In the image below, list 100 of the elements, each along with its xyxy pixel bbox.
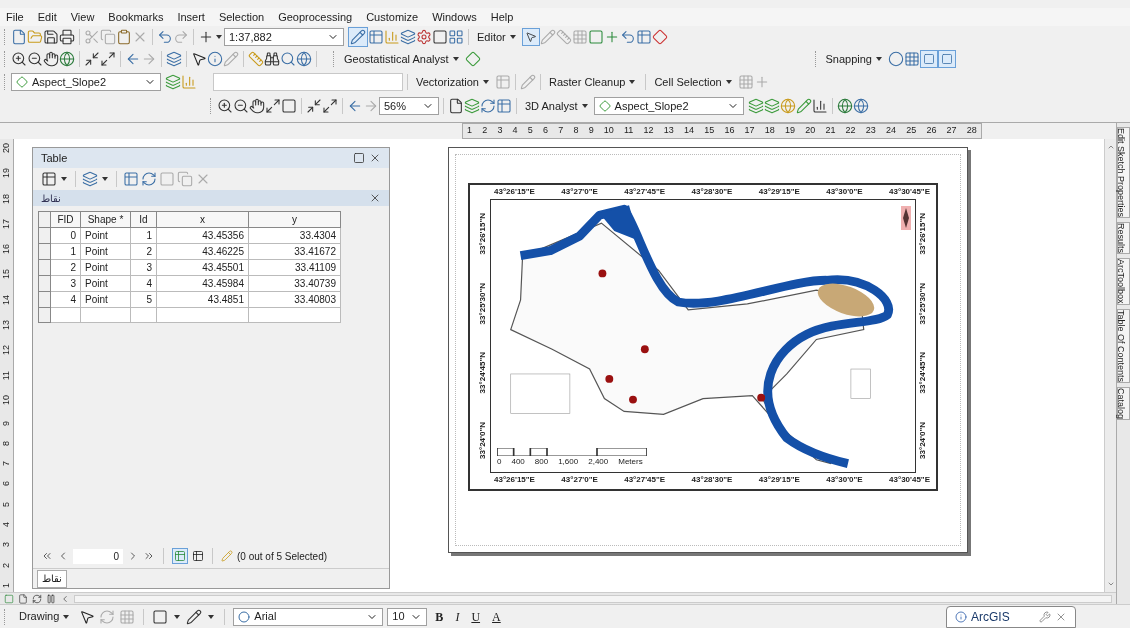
find-icon[interactable] — [264, 51, 280, 67]
dock-tab[interactable]: Catalog — [1117, 386, 1130, 420]
geostatistical-analyst-menu[interactable]: Geostatistical Analyst — [340, 50, 465, 68]
menu-item[interactable]: Help — [490, 8, 514, 26]
format-button[interactable]: U — [467, 607, 485, 626]
pencil-icon[interactable] — [221, 550, 233, 562]
wrench-icon[interactable] — [1039, 611, 1051, 623]
format-button[interactable]: A — [488, 607, 505, 626]
caret-icon[interactable] — [216, 35, 222, 39]
table-options-icon[interactable] — [41, 171, 57, 187]
globe-icon[interactable] — [59, 51, 75, 67]
first-record-icon[interactable] — [41, 550, 53, 562]
rectangle-icon[interactable] — [152, 608, 169, 625]
print-icon[interactable] — [59, 29, 75, 45]
caret-icon[interactable] — [876, 57, 882, 61]
menu-item[interactable]: Edit — [37, 8, 57, 26]
font-size-dropdown[interactable]: 10 — [387, 607, 428, 626]
page-pan-icon[interactable] — [249, 98, 265, 114]
raster-pencil-icon[interactable] — [520, 74, 536, 90]
zoom-in-icon[interactable] — [11, 51, 27, 67]
menu-item[interactable]: Geoprocessing — [278, 8, 353, 26]
switch-selection-icon[interactable] — [141, 171, 157, 187]
cell-selection-menu[interactable]: Cell Selection — [650, 73, 738, 91]
graph-icon[interactable] — [811, 98, 828, 114]
zoom-out-icon[interactable] — [27, 51, 43, 67]
pointer-icon[interactable] — [191, 51, 207, 67]
editor-toolbar-icon[interactable] — [350, 29, 366, 45]
select-elements-icon[interactable] — [79, 608, 96, 625]
surface-layer-dropdown[interactable]: Aspect_Slope2 — [593, 97, 744, 115]
page-icon[interactable] — [448, 98, 464, 114]
copy-rows-icon[interactable] — [177, 171, 193, 187]
caret-icon[interactable] — [452, 57, 459, 61]
paste-icon[interactable] — [116, 29, 132, 45]
caret-icon[interactable] — [63, 614, 70, 619]
previous-extent-icon[interactable] — [347, 98, 363, 114]
raster-cleanup-menu[interactable]: Raster Cleanup — [545, 73, 642, 91]
menu-item[interactable]: Customize — [366, 8, 419, 26]
fixed-zoom-out-icon[interactable] — [100, 51, 116, 67]
format-button[interactable]: B — [431, 607, 448, 626]
menu-item[interactable]: Windows — [432, 8, 477, 26]
column-header[interactable]: Id — [130, 211, 157, 228]
vectorization-menu[interactable]: Vectorization — [412, 73, 495, 91]
undo-icon[interactable] — [157, 29, 173, 45]
close-icon[interactable] — [369, 152, 381, 164]
window-icon[interactable] — [432, 29, 448, 45]
menu-item[interactable]: Insert — [177, 8, 205, 26]
menu-item[interactable]: View — [70, 8, 95, 26]
fixed-zoom-in-icon[interactable] — [84, 51, 100, 67]
layer-tab[interactable]: نقاط — [41, 190, 61, 206]
pan-icon[interactable] — [43, 51, 59, 67]
scroll-up-icon[interactable] — [1106, 143, 1115, 151]
histogram-icon[interactable] — [181, 74, 197, 90]
fixed-in-icon[interactable] — [306, 98, 322, 114]
menu-item[interactable]: Bookmarks — [108, 8, 164, 26]
scroll-down-icon[interactable] — [1106, 580, 1115, 588]
dock-tab[interactable]: Table Of Contents — [1117, 308, 1130, 383]
caret-icon[interactable] — [208, 614, 215, 619]
save-icon[interactable] — [43, 29, 59, 45]
caret-icon[interactable] — [61, 177, 67, 181]
column-header[interactable]: FID — [50, 211, 81, 228]
caret-icon[interactable] — [483, 80, 489, 84]
new-file-icon[interactable] — [11, 29, 27, 45]
scale-dropdown[interactable]: 1:37,882 — [224, 28, 344, 46]
search-icon[interactable] — [280, 51, 296, 67]
menu-item[interactable]: Selection — [218, 8, 265, 26]
caret-icon[interactable] — [102, 177, 108, 181]
column-header[interactable]: y — [248, 211, 341, 228]
refresh-icon[interactable] — [32, 593, 42, 604]
fixed-out-icon[interactable] — [322, 98, 338, 114]
copy-icon[interactable] — [100, 29, 116, 45]
caret-icon[interactable] — [581, 104, 588, 108]
caret-icon[interactable] — [174, 614, 181, 619]
pointer-icon[interactable] — [524, 31, 537, 43]
menu-item[interactable]: File — [6, 8, 24, 26]
record-field[interactable]: 0 — [73, 548, 123, 564]
column-header[interactable]: x — [156, 211, 249, 228]
scroll-left-icon[interactable] — [60, 593, 70, 604]
dock-tab[interactable]: Results — [1117, 222, 1130, 255]
page-zoom-out-icon[interactable] — [233, 98, 249, 114]
caret-icon[interactable] — [629, 80, 636, 84]
maximize-icon[interactable] — [353, 152, 365, 164]
caret-icon[interactable] — [509, 35, 516, 39]
close-icon[interactable] — [369, 192, 381, 204]
dock-tab[interactable]: Edit Sketch Properties — [1117, 127, 1130, 219]
format-button[interactable]: I — [451, 607, 464, 626]
column-header[interactable]: Shape * — [80, 211, 131, 228]
zoom-dropdown[interactable]: 56% — [379, 97, 439, 115]
caret-icon[interactable] — [725, 80, 732, 84]
editor-menu[interactable]: Editor — [473, 28, 522, 46]
last-record-icon[interactable] — [143, 550, 155, 562]
pause-icon[interactable] — [46, 593, 56, 604]
dock-tab[interactable]: ArcToolbox — [1117, 258, 1130, 305]
page-zoom-in-icon[interactable] — [217, 98, 233, 114]
table-tab[interactable]: نقاط — [37, 570, 67, 588]
scissors-icon[interactable] — [84, 29, 100, 45]
add-data-icon[interactable] — [198, 29, 214, 45]
diamond-icon[interactable] — [464, 51, 481, 67]
close-icon[interactable] — [1055, 611, 1067, 623]
3d-analyst-menu[interactable]: 3D Analyst — [521, 97, 594, 115]
info-icon[interactable] — [207, 51, 223, 67]
